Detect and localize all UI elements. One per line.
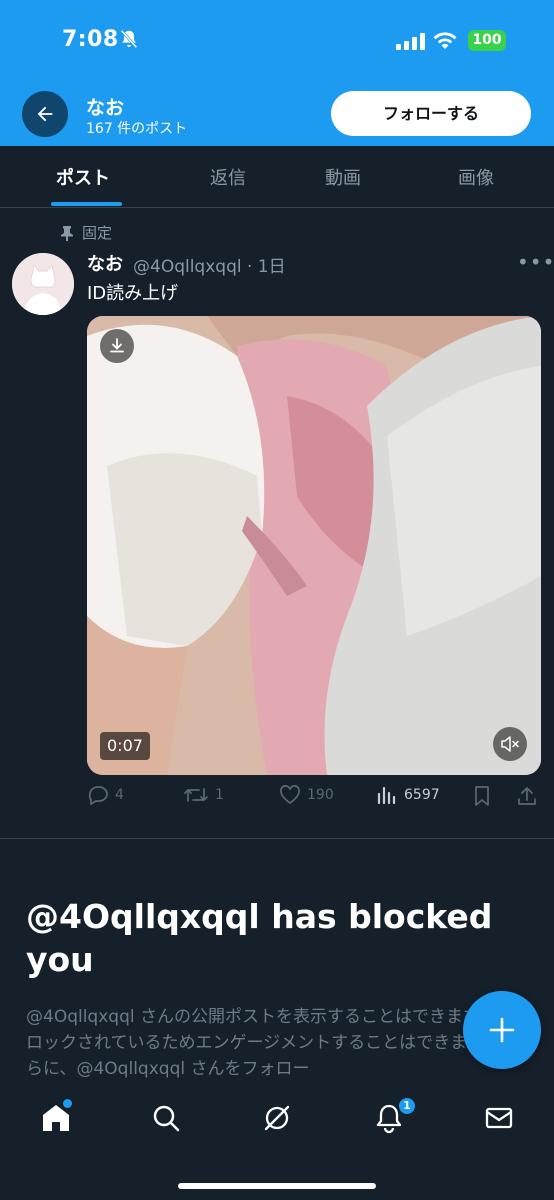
- nav-messages[interactable]: [481, 1100, 517, 1136]
- blocked-description: @4Oqllqxqql さんの公開ポストを表示することはできますが、ブロックされ…: [26, 1007, 535, 1079]
- share-action[interactable]: [517, 785, 537, 807]
- grok-icon: [264, 1105, 290, 1131]
- tab-videos[interactable]: 動画: [325, 164, 361, 190]
- plus-icon: [489, 1017, 515, 1043]
- header-bar: 7:08 100 なお 167 件のポスト フォローする: [0, 0, 554, 146]
- reply-action[interactable]: 4: [87, 785, 124, 805]
- post-author-name[interactable]: なお: [87, 250, 123, 276]
- section-divider: [0, 838, 554, 839]
- video-duration: 0:07: [100, 732, 150, 760]
- tab-posts[interactable]: ポスト: [56, 164, 110, 190]
- blocked-title: @4Oqllqxqql has blocked you: [26, 897, 493, 979]
- back-button[interactable]: [22, 91, 68, 137]
- repost-count: 1: [215, 787, 224, 803]
- mute-button[interactable]: [493, 727, 527, 761]
- download-icon: [110, 338, 124, 353]
- tab-replies[interactable]: 返信: [210, 164, 246, 190]
- compose-button[interactable]: [463, 991, 541, 1069]
- more-options-icon[interactable]: •••: [517, 250, 554, 274]
- like-count: 190: [307, 787, 334, 803]
- home-unread-dot: [63, 1099, 72, 1108]
- arrow-left-icon: [37, 106, 53, 122]
- profile-name: なお: [86, 97, 125, 119]
- tab-images[interactable]: 画像: [458, 164, 494, 190]
- views-chart-icon: [377, 786, 396, 805]
- repost-icon: [184, 788, 208, 802]
- views-action[interactable]: 6597: [376, 785, 440, 805]
- battery-indicator: 100: [468, 30, 506, 51]
- follow-button[interactable]: フォローする: [331, 91, 531, 136]
- notifications-badge: 1: [397, 1096, 417, 1116]
- status-bar: 7:08 100: [0, 0, 554, 80]
- pin-icon: [61, 225, 73, 241]
- avatar[interactable]: [12, 253, 74, 315]
- post-video[interactable]: 0:07: [87, 316, 541, 775]
- view-count: 6597: [404, 787, 440, 803]
- bookmark-icon: [475, 786, 489, 806]
- bell-off-icon: [120, 29, 138, 49]
- heart-icon: [280, 785, 300, 805]
- signal-icon: [396, 32, 425, 50]
- profile-tabs: ポスト 返信 動画 画像: [0, 146, 554, 208]
- post-text: ID読み上げ: [87, 283, 179, 304]
- avatar-cat-icon: [12, 253, 74, 315]
- share-icon: [518, 787, 536, 805]
- post-handle-time[interactable]: @4Oqllqxqql · 1日: [133, 252, 286, 277]
- pinned-label: 固定: [82, 224, 113, 242]
- search-icon: [153, 1105, 180, 1132]
- repost-action[interactable]: 1: [183, 785, 224, 805]
- download-button[interactable]: [100, 329, 134, 363]
- tab-active-indicator: [51, 202, 122, 206]
- mail-icon: [485, 1107, 513, 1129]
- pinned-indicator: 固定: [60, 222, 112, 243]
- reply-count: 4: [115, 787, 124, 803]
- wifi-icon: [433, 32, 457, 49]
- bookmark-action[interactable]: [473, 785, 491, 807]
- nav-search[interactable]: [148, 1100, 184, 1136]
- nav-grok[interactable]: [259, 1100, 295, 1136]
- like-action[interactable]: 190: [279, 785, 334, 805]
- speaker-muted-icon: [501, 736, 519, 752]
- reply-icon: [88, 786, 108, 805]
- video-frame-image: [87, 316, 541, 775]
- post-count: 167 件のポスト: [86, 121, 188, 137]
- post-actions: 4 1 190 6597: [87, 785, 541, 815]
- status-time: 7:08: [62, 27, 119, 52]
- bottom-navigation: 1: [0, 1084, 554, 1200]
- home-indicator: [178, 1183, 376, 1189]
